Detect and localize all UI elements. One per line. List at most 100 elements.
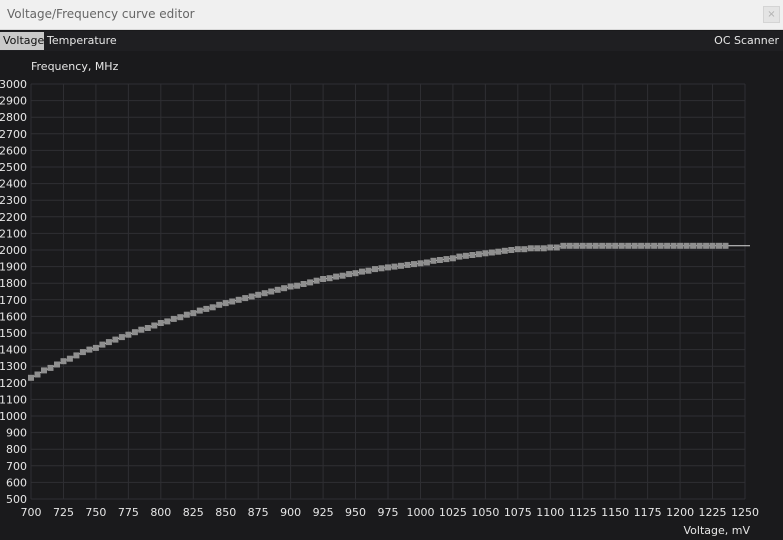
curve-point[interactable] xyxy=(703,242,710,249)
curve-point[interactable] xyxy=(261,290,268,297)
curve-point[interactable] xyxy=(398,262,404,269)
tab-voltage[interactable]: Voltage xyxy=(0,32,44,50)
curve-point[interactable] xyxy=(482,250,489,257)
curve-point[interactable] xyxy=(92,344,99,351)
curve-point[interactable] xyxy=(683,242,690,249)
curve-point[interactable] xyxy=(449,255,456,262)
curve-point[interactable] xyxy=(112,336,119,343)
curve-point[interactable] xyxy=(436,257,443,263)
curve-point[interactable] xyxy=(612,242,619,249)
curve-point[interactable] xyxy=(209,304,216,311)
curve-point[interactable] xyxy=(716,242,722,249)
curve-point[interactable] xyxy=(605,242,612,249)
curve-point[interactable] xyxy=(514,246,521,253)
vf-curve-chart[interactable]: 500 600 700 800 900 1000 1100 1200 1300 1400 1500 1… xyxy=(0,51,783,540)
curve-point[interactable] xyxy=(242,295,249,302)
curve-point[interactable] xyxy=(638,242,645,249)
curve-point[interactable] xyxy=(346,271,353,278)
oc-scanner-button[interactable]: OC Scanner xyxy=(714,32,779,50)
curve-point[interactable] xyxy=(203,305,210,312)
curve-point[interactable] xyxy=(631,242,638,249)
curve-point[interactable] xyxy=(287,283,294,290)
curve-point[interactable] xyxy=(359,268,365,275)
curve-point[interactable] xyxy=(527,245,534,252)
curve-point[interactable] xyxy=(151,322,158,329)
curve-point[interactable] xyxy=(177,314,184,321)
curve-point[interactable] xyxy=(592,242,599,249)
curve-point[interactable] xyxy=(268,288,275,295)
curve-point[interactable] xyxy=(138,326,145,333)
curve-point[interactable] xyxy=(190,310,197,317)
curve-point[interactable] xyxy=(443,256,450,263)
curve-point[interactable] xyxy=(183,311,190,318)
curve-point[interactable] xyxy=(456,253,463,260)
curve-point[interactable] xyxy=(411,261,417,268)
curve-point[interactable] xyxy=(99,341,106,348)
curve-point[interactable] xyxy=(469,252,476,258)
curve-point[interactable] xyxy=(722,242,729,249)
curve-point[interactable] xyxy=(690,242,697,249)
curve-point[interactable] xyxy=(579,242,586,249)
curve-point[interactable] xyxy=(521,246,528,253)
curve-point[interactable] xyxy=(60,358,67,365)
curve-point[interactable] xyxy=(534,245,541,252)
curve-point[interactable] xyxy=(255,291,262,298)
curve-point[interactable] xyxy=(216,301,223,308)
curve-point[interactable] xyxy=(488,249,495,256)
curve-point[interactable] xyxy=(300,281,307,287)
curve-point[interactable] xyxy=(320,276,327,282)
curve-point[interactable] xyxy=(501,247,508,254)
curve-point[interactable] xyxy=(475,251,482,258)
curve-point[interactable] xyxy=(164,318,171,325)
curve-point[interactable] xyxy=(404,261,411,268)
curve-point[interactable] xyxy=(573,242,580,249)
curve-point[interactable] xyxy=(560,242,567,249)
curve-point[interactable] xyxy=(599,242,606,249)
curve-point[interactable] xyxy=(274,286,281,293)
close-button[interactable]: × xyxy=(763,6,780,23)
curve-point[interactable] xyxy=(378,265,385,272)
curve-point[interactable] xyxy=(566,242,573,249)
curve-point[interactable] xyxy=(677,242,684,249)
curve-point[interactable] xyxy=(709,242,716,249)
curve-point[interactable] xyxy=(54,361,60,368)
curve-point[interactable] xyxy=(105,339,112,346)
curve-point[interactable] xyxy=(196,307,203,314)
curve-point[interactable] xyxy=(462,252,469,259)
title-bar[interactable]: Voltage/Frequency curve editor × xyxy=(0,0,783,30)
curve-point[interactable] xyxy=(222,300,229,307)
curve-point[interactable] xyxy=(79,349,86,356)
curve-point[interactable] xyxy=(618,242,625,249)
curve-point[interactable] xyxy=(352,270,359,277)
curve-point[interactable] xyxy=(553,244,560,251)
curve-point[interactable] xyxy=(365,267,372,274)
curve-point[interactable] xyxy=(86,346,93,353)
curve-point[interactable] xyxy=(657,242,664,249)
curve-point[interactable] xyxy=(372,266,378,273)
curve-point[interactable] xyxy=(66,355,73,362)
curve-point[interactable] xyxy=(625,242,632,249)
curve-point[interactable] xyxy=(664,242,671,249)
curve-point[interactable] xyxy=(391,263,398,270)
curve-point[interactable] xyxy=(307,279,314,286)
curve-point[interactable] xyxy=(326,275,333,282)
curve-point[interactable] xyxy=(281,285,288,292)
curve-point[interactable] xyxy=(385,264,391,271)
curve-point[interactable] xyxy=(34,371,41,378)
curve-point[interactable] xyxy=(333,273,340,280)
curve-point[interactable] xyxy=(131,329,138,336)
curve-point[interactable] xyxy=(644,242,651,249)
curve-point[interactable] xyxy=(339,272,346,279)
curve-point[interactable] xyxy=(41,367,47,374)
curve-point[interactable] xyxy=(248,293,255,300)
curve-point[interactable] xyxy=(125,331,132,338)
curve-point[interactable] xyxy=(294,282,301,289)
curve-point[interactable] xyxy=(313,277,320,284)
curve-point[interactable] xyxy=(417,260,424,267)
curve-point[interactable] xyxy=(235,296,242,303)
curve-point[interactable] xyxy=(47,364,54,371)
tab-temperature[interactable]: Temperature xyxy=(44,32,120,50)
curve-point[interactable] xyxy=(508,247,515,253)
curve-point[interactable] xyxy=(696,242,703,249)
curve-point[interactable] xyxy=(229,298,236,305)
